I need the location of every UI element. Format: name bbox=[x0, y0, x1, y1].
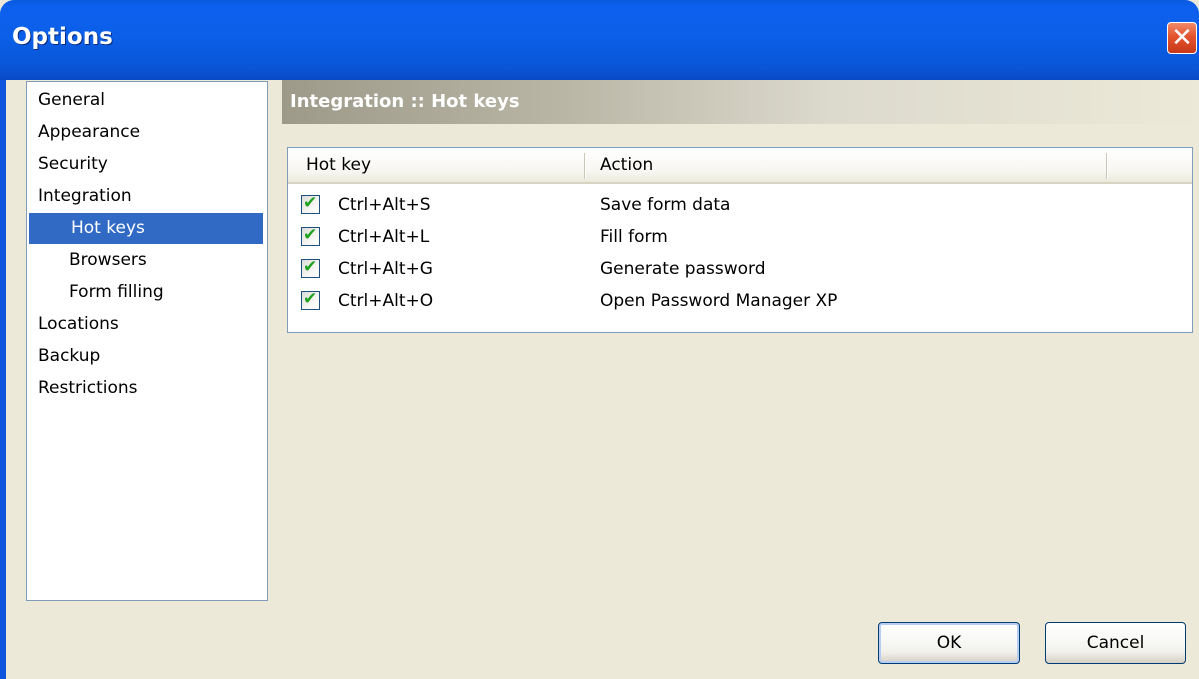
nav-item-appearance[interactable]: Appearance bbox=[27, 117, 261, 148]
column-header-action[interactable]: Action bbox=[600, 155, 653, 175]
nav-item-restrictions[interactable]: Restrictions bbox=[27, 373, 261, 404]
check-icon: ✔ bbox=[303, 193, 318, 213]
check-icon: ✔ bbox=[303, 289, 318, 309]
hotkeys-list[interactable]: Hot key Action ✔ Ctrl+Alt+S Save form da… bbox=[287, 147, 1193, 333]
row-checkbox[interactable]: ✔ bbox=[301, 225, 320, 246]
table-row[interactable]: ✔ Ctrl+Alt+L Fill form bbox=[288, 221, 1192, 253]
ok-button-label: OK bbox=[936, 633, 962, 653]
hotkey-cell: Ctrl+Alt+O bbox=[338, 291, 434, 311]
options-category-tree[interactable]: General Appearance Security Integration … bbox=[26, 81, 268, 601]
column-divider[interactable] bbox=[1106, 153, 1108, 179]
nav-item-browsers[interactable]: Browsers bbox=[27, 245, 261, 276]
close-icon: ✕ bbox=[1171, 23, 1193, 53]
hotkey-cell: Ctrl+Alt+G bbox=[338, 259, 433, 279]
check-icon: ✔ bbox=[303, 225, 318, 245]
action-cell: Open Password Manager XP bbox=[600, 291, 838, 311]
column-divider[interactable] bbox=[584, 153, 586, 179]
nav-item-integration[interactable]: Integration bbox=[27, 181, 261, 212]
options-window: Options ✕ General Appearance Security In… bbox=[0, 0, 1199, 679]
title-bar[interactable]: Options ✕ bbox=[0, 0, 1199, 80]
action-cell: Generate password bbox=[600, 259, 766, 279]
nav-item-backup[interactable]: Backup bbox=[27, 341, 261, 372]
action-cell: Save form data bbox=[600, 195, 731, 215]
list-header: Hot key Action bbox=[288, 148, 1192, 184]
check-icon: ✔ bbox=[303, 257, 318, 277]
nav-item-form-filling[interactable]: Form filling bbox=[27, 277, 261, 308]
nav-item-security[interactable]: Security bbox=[27, 149, 261, 180]
nav-item-general[interactable]: General bbox=[27, 85, 261, 116]
nav-item-locations[interactable]: Locations bbox=[27, 309, 261, 340]
hotkey-cell: Ctrl+Alt+L bbox=[338, 227, 430, 247]
row-checkbox[interactable]: ✔ bbox=[301, 289, 320, 310]
table-row[interactable]: ✔ Ctrl+Alt+G Generate password bbox=[288, 253, 1192, 285]
table-row[interactable]: ✔ Ctrl+Alt+S Save form data bbox=[288, 189, 1192, 221]
window-title: Options bbox=[12, 24, 113, 50]
table-row[interactable]: ✔ Ctrl+Alt+O Open Password Manager XP bbox=[288, 285, 1192, 317]
hotkey-cell: Ctrl+Alt+S bbox=[338, 195, 431, 215]
column-header-hot-key[interactable]: Hot key bbox=[306, 155, 371, 175]
panel-header: Integration :: Hot keys bbox=[282, 80, 1199, 124]
panel-title: Integration :: Hot keys bbox=[290, 91, 520, 112]
row-checkbox[interactable]: ✔ bbox=[301, 257, 320, 278]
close-button[interactable]: ✕ bbox=[1167, 22, 1197, 54]
row-checkbox[interactable]: ✔ bbox=[301, 193, 320, 214]
cancel-button[interactable]: Cancel bbox=[1045, 622, 1186, 664]
nav-item-hot-keys[interactable]: Hot keys bbox=[29, 213, 263, 244]
dialog-client-area: General Appearance Security Integration … bbox=[6, 80, 1199, 679]
action-cell: Fill form bbox=[600, 227, 668, 247]
ok-button[interactable]: OK bbox=[878, 622, 1020, 664]
cancel-button-label: Cancel bbox=[1086, 633, 1145, 653]
